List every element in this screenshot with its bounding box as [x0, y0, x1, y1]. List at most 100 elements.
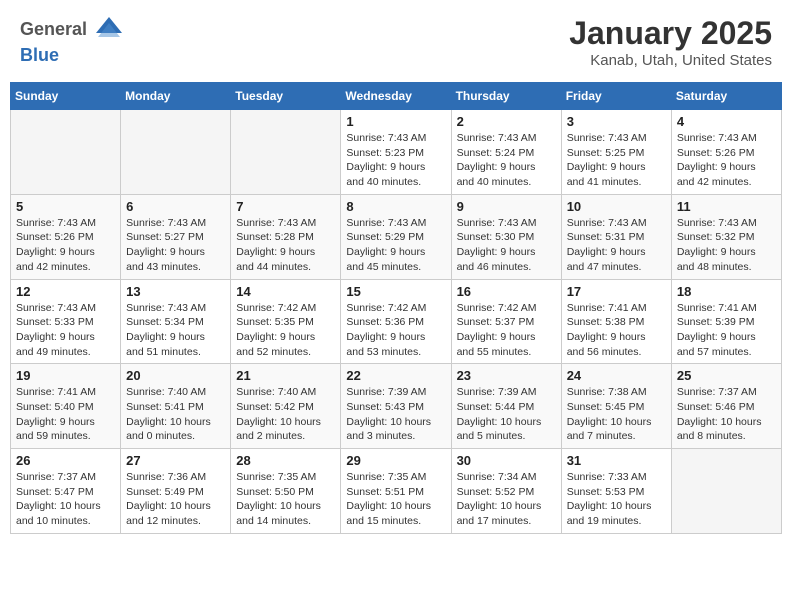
- day-detail: Sunrise: 7:43 AM Sunset: 5:24 PM Dayligh…: [457, 131, 556, 190]
- day-detail: Sunrise: 7:36 AM Sunset: 5:49 PM Dayligh…: [126, 470, 225, 529]
- day-detail: Sunrise: 7:35 AM Sunset: 5:51 PM Dayligh…: [346, 470, 445, 529]
- day-number: 31: [567, 453, 666, 468]
- col-saturday: Saturday: [671, 83, 781, 110]
- calendar-day: 7 Sunrise: 7:43 AM Sunset: 5:28 PM Daylig…: [231, 194, 341, 279]
- day-detail: Sunrise: 7:43 AM Sunset: 5:23 PM Dayligh…: [346, 131, 445, 190]
- page-header: General Blue January 2025 Kanab, Utah, U…: [10, 10, 782, 74]
- day-number: 21: [236, 368, 335, 383]
- day-number: 27: [126, 453, 225, 468]
- day-number: 1: [346, 114, 445, 129]
- day-detail: Sunrise: 7:42 AM Sunset: 5:35 PM Dayligh…: [236, 301, 335, 360]
- calendar-day: 2 Sunrise: 7:43 AM Sunset: 5:24 PM Daylig…: [451, 110, 561, 195]
- day-detail: Sunrise: 7:35 AM Sunset: 5:50 PM Dayligh…: [236, 470, 335, 529]
- calendar-day: 21Sunrise: 7:40 AM Sunset: 5:42 PM Dayli…: [231, 364, 341, 449]
- day-detail: Sunrise: 7:40 AM Sunset: 5:41 PM Dayligh…: [126, 385, 225, 444]
- day-detail: Sunrise: 7:43 AM Sunset: 5:25 PM Dayligh…: [567, 131, 666, 190]
- calendar-day: [671, 449, 781, 534]
- calendar-day: 28 Sunrise: 7:35 AM Sunset: 5:50 PM Dayli…: [231, 449, 341, 534]
- day-number: 17: [567, 284, 666, 299]
- day-number: 2: [457, 114, 556, 129]
- calendar-subtitle: Kanab, Utah, United States: [569, 52, 772, 69]
- day-detail: Sunrise: 7:43 AM Sunset: 5:33 PM Dayligh…: [16, 301, 115, 360]
- calendar-day: 10 Sunrise: 7:43 AM Sunset: 5:31 PM Dayli…: [561, 194, 671, 279]
- calendar-day: 12 Sunrise: 7:43 AM Sunset: 5:33 PM Dayli…: [11, 279, 121, 364]
- day-detail: Sunrise: 7:38 AM Sunset: 5:45 PM Dayligh…: [567, 385, 666, 444]
- calendar-day: [11, 110, 121, 195]
- day-detail: Sunrise: 7:41 AM Sunset: 5:38 PM Dayligh…: [567, 301, 666, 360]
- logo-general: General: [20, 19, 87, 39]
- day-detail: Sunrise: 7:43 AM Sunset: 5:29 PM Dayligh…: [346, 216, 445, 275]
- day-number: 14: [236, 284, 335, 299]
- day-number: 30: [457, 453, 556, 468]
- calendar-day: 11 Sunrise: 7:43 AM Sunset: 5:32 PM Dayli…: [671, 194, 781, 279]
- calendar-day: [121, 110, 231, 195]
- col-friday: Friday: [561, 83, 671, 110]
- day-detail: Sunrise: 7:41 AM Sunset: 5:40 PM Dayligh…: [16, 385, 115, 444]
- title-block: January 2025 Kanab, Utah, United States: [569, 15, 772, 69]
- calendar-day: 9 Sunrise: 7:43 AM Sunset: 5:30 PM Daylig…: [451, 194, 561, 279]
- day-number: 25: [677, 368, 776, 383]
- calendar-day: 1 Sunrise: 7:43 AM Sunset: 5:23 PM Daylig…: [341, 110, 451, 195]
- calendar-day: 3 Sunrise: 7:43 AM Sunset: 5:25 PM Daylig…: [561, 110, 671, 195]
- day-detail: Sunrise: 7:43 AM Sunset: 5:34 PM Dayligh…: [126, 301, 225, 360]
- calendar-day: 14 Sunrise: 7:42 AM Sunset: 5:35 PM Dayli…: [231, 279, 341, 364]
- day-number: 20: [126, 368, 225, 383]
- day-number: 10: [567, 199, 666, 214]
- day-number: 9: [457, 199, 556, 214]
- day-number: 3: [567, 114, 666, 129]
- calendar-day: 16Sunrise: 7:42 AM Sunset: 5:37 PM Dayli…: [451, 279, 561, 364]
- calendar-day: 19Sunrise: 7:41 AM Sunset: 5:40 PM Dayli…: [11, 364, 121, 449]
- logo: General Blue: [20, 15, 124, 67]
- day-detail: Sunrise: 7:43 AM Sunset: 5:27 PM Dayligh…: [126, 216, 225, 275]
- calendar-day: 4 Sunrise: 7:43 AM Sunset: 5:26 PM Daylig…: [671, 110, 781, 195]
- day-number: 28: [236, 453, 335, 468]
- calendar-day: 25 Sunrise: 7:37 AM Sunset: 5:46 PM Dayli…: [671, 364, 781, 449]
- calendar-week-5: 26 Sunrise: 7:37 AM Sunset: 5:47 PM Dayli…: [11, 449, 782, 534]
- day-number: 13: [126, 284, 225, 299]
- header-row: Sunday Monday Tuesday Wednesday Thursday…: [11, 83, 782, 110]
- day-detail: Sunrise: 7:43 AM Sunset: 5:31 PM Dayligh…: [567, 216, 666, 275]
- day-number: 12: [16, 284, 115, 299]
- day-number: 26: [16, 453, 115, 468]
- calendar-title: January 2025: [569, 15, 772, 52]
- day-number: 23: [457, 368, 556, 383]
- calendar-day: [231, 110, 341, 195]
- calendar-day: 8 Sunrise: 7:43 AM Sunset: 5:29 PM Daylig…: [341, 194, 451, 279]
- calendar-day: 5 Sunrise: 7:43 AM Sunset: 5:26 PM Daylig…: [11, 194, 121, 279]
- day-number: 16: [457, 284, 556, 299]
- day-detail: Sunrise: 7:43 AM Sunset: 5:26 PM Dayligh…: [16, 216, 115, 275]
- calendar-day: 13 Sunrise: 7:43 AM Sunset: 5:34 PM Dayli…: [121, 279, 231, 364]
- day-detail: Sunrise: 7:37 AM Sunset: 5:47 PM Dayligh…: [16, 470, 115, 529]
- col-tuesday: Tuesday: [231, 83, 341, 110]
- col-sunday: Sunday: [11, 83, 121, 110]
- calendar-day: 29 Sunrise: 7:35 AM Sunset: 5:51 PM Dayli…: [341, 449, 451, 534]
- calendar-header: Sunday Monday Tuesday Wednesday Thursday…: [11, 83, 782, 110]
- col-wednesday: Wednesday: [341, 83, 451, 110]
- day-number: 11: [677, 199, 776, 214]
- calendar-day: 6 Sunrise: 7:43 AM Sunset: 5:27 PM Daylig…: [121, 194, 231, 279]
- calendar-week-3: 12 Sunrise: 7:43 AM Sunset: 5:33 PM Dayli…: [11, 279, 782, 364]
- col-thursday: Thursday: [451, 83, 561, 110]
- day-detail: Sunrise: 7:43 AM Sunset: 5:32 PM Dayligh…: [677, 216, 776, 275]
- calendar-table: Sunday Monday Tuesday Wednesday Thursday…: [10, 82, 782, 534]
- day-number: 4: [677, 114, 776, 129]
- day-detail: Sunrise: 7:42 AM Sunset: 5:36 PM Dayligh…: [346, 301, 445, 360]
- day-detail: Sunrise: 7:43 AM Sunset: 5:26 PM Dayligh…: [677, 131, 776, 190]
- day-detail: Sunrise: 7:41 AM Sunset: 5:39 PM Dayligh…: [677, 301, 776, 360]
- calendar-day: 26 Sunrise: 7:37 AM Sunset: 5:47 PM Dayli…: [11, 449, 121, 534]
- day-number: 8: [346, 199, 445, 214]
- day-detail: Sunrise: 7:43 AM Sunset: 5:30 PM Dayligh…: [457, 216, 556, 275]
- day-detail: Sunrise: 7:34 AM Sunset: 5:52 PM Dayligh…: [457, 470, 556, 529]
- day-number: 7: [236, 199, 335, 214]
- day-number: 15: [346, 284, 445, 299]
- day-number: 24: [567, 368, 666, 383]
- day-number: 5: [16, 199, 115, 214]
- calendar-week-4: 19Sunrise: 7:41 AM Sunset: 5:40 PM Dayli…: [11, 364, 782, 449]
- day-number: 29: [346, 453, 445, 468]
- day-detail: Sunrise: 7:39 AM Sunset: 5:43 PM Dayligh…: [346, 385, 445, 444]
- calendar-week-2: 5 Sunrise: 7:43 AM Sunset: 5:26 PM Daylig…: [11, 194, 782, 279]
- day-number: 6: [126, 199, 225, 214]
- day-detail: Sunrise: 7:43 AM Sunset: 5:28 PM Dayligh…: [236, 216, 335, 275]
- calendar-week-1: 1 Sunrise: 7:43 AM Sunset: 5:23 PM Daylig…: [11, 110, 782, 195]
- day-detail: Sunrise: 7:37 AM Sunset: 5:46 PM Dayligh…: [677, 385, 776, 444]
